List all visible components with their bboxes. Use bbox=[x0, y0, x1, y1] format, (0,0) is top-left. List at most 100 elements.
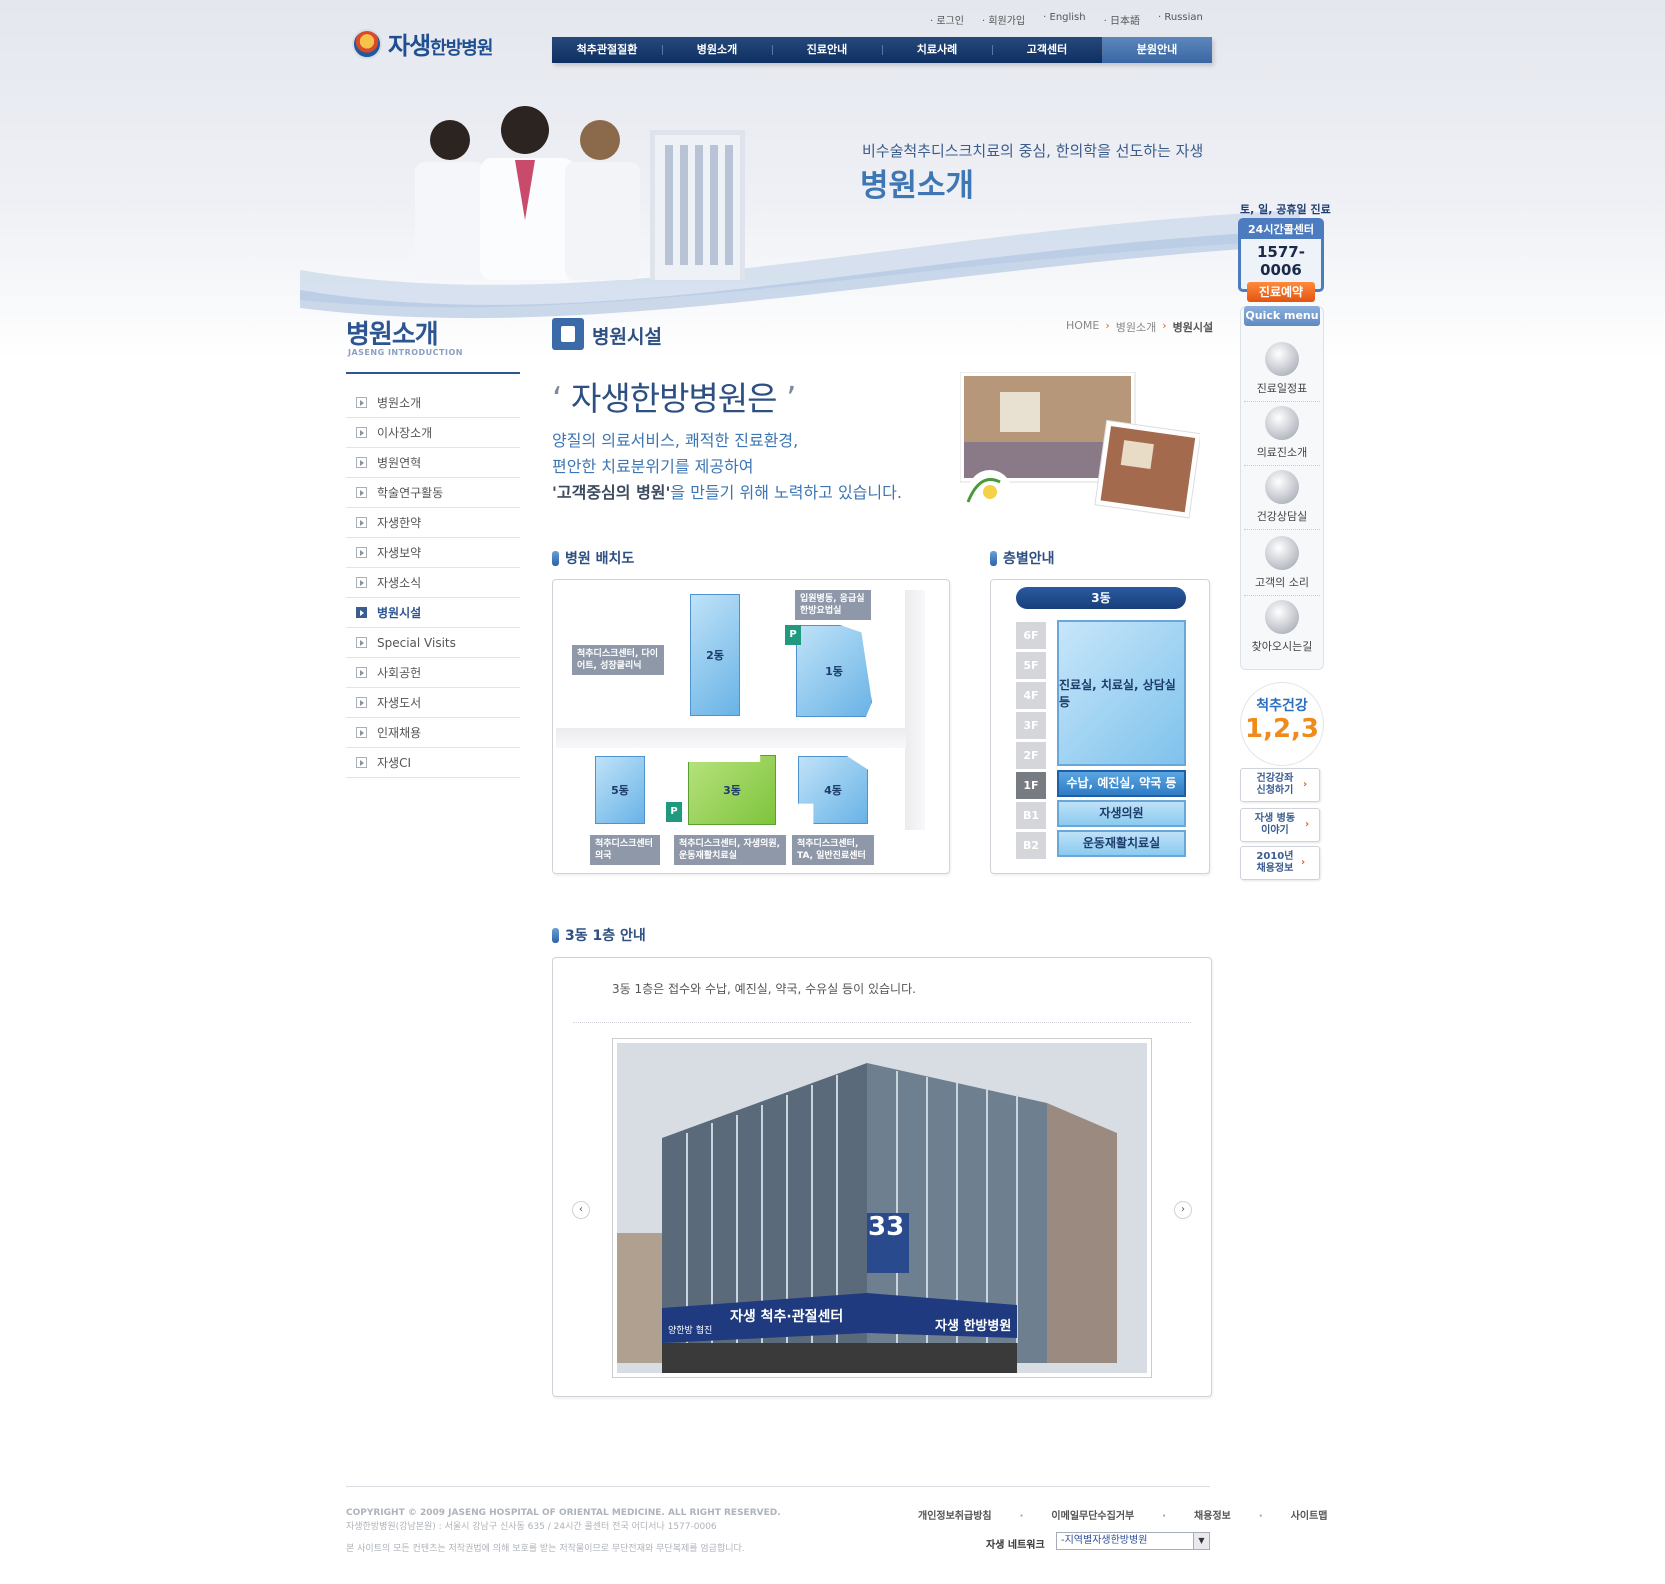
call-center-title: 24시간콜센터 bbox=[1241, 221, 1321, 239]
map-road-horizontal bbox=[556, 728, 906, 748]
chevron-right-icon: › bbox=[1162, 319, 1167, 332]
parking-icon: P bbox=[666, 802, 682, 822]
footer-email-link[interactable]: 이메일무단수집거부 bbox=[1020, 1507, 1134, 1522]
lnb-item-chairman[interactable]: 이사장소개 bbox=[346, 418, 520, 448]
page-title: 병원시설 bbox=[592, 326, 662, 348]
footer-divider bbox=[346, 1486, 1210, 1487]
lnb-item-history[interactable]: 병원연혁 bbox=[346, 448, 520, 478]
gnb-branches[interactable]: 분원안내 bbox=[1102, 37, 1212, 63]
building-sign-2: 자생 한방병원 bbox=[935, 1319, 1012, 1334]
util-japanese-link[interactable]: 日本語 bbox=[1104, 12, 1140, 27]
site-logo[interactable]: 자생한방병원 bbox=[352, 26, 493, 61]
logo-text: 자생한방병원 bbox=[388, 32, 493, 60]
lnb-item-herbal[interactable]: 자생한약 bbox=[346, 508, 520, 538]
bullet-icon bbox=[356, 427, 367, 438]
doctor-icon bbox=[1265, 406, 1299, 440]
weekend-notice: 토, 일, 공휴일 진료 bbox=[1240, 203, 1331, 216]
gnb-customer-center[interactable]: 고객센터 bbox=[992, 37, 1102, 63]
util-join-link[interactable]: 회원가입 bbox=[982, 12, 1025, 27]
breadcrumb-current: 병원시설 bbox=[1172, 321, 1214, 334]
next-arrow-icon[interactable]: › bbox=[1174, 1201, 1192, 1219]
map-section-title: 병원 배치도 bbox=[552, 548, 634, 568]
prev-arrow-icon[interactable]: ‹ bbox=[572, 1201, 590, 1219]
lobby-photos bbox=[960, 372, 1200, 519]
building-sign-3: 양한방 협진 bbox=[668, 1326, 713, 1336]
util-russian-link[interactable]: Russian bbox=[1158, 12, 1203, 27]
guide-divider bbox=[573, 1022, 1191, 1023]
call-center-banner[interactable]: 24시간콜센터 1577-0006 진료예약 bbox=[1238, 218, 1324, 302]
bullet-icon bbox=[356, 577, 367, 588]
map-box bbox=[552, 579, 950, 874]
lnb-subtitle: JASENG INTRODUCTION bbox=[348, 348, 463, 357]
intro-text: 양질의 의료서비스, 쾌적한 진료환경, 편안한 치료분위기를 제공하여 '고객… bbox=[552, 431, 902, 502]
footer-privacy-link[interactable]: 개인정보취급방침 bbox=[918, 1507, 992, 1522]
breadcrumb-about[interactable]: 병원소개 bbox=[1116, 319, 1156, 335]
floor-b1-cell[interactable]: 자생의원 bbox=[1057, 800, 1186, 827]
intro-heading: ‘ 자생한방병원은 ’ bbox=[552, 379, 796, 418]
floor-1f-cell[interactable]: 수납, 예진실, 약국 등 bbox=[1057, 770, 1186, 797]
util-english-link[interactable]: English bbox=[1043, 12, 1086, 27]
quick-voice[interactable]: 고객의 소리 bbox=[1244, 534, 1320, 596]
clock-icon bbox=[1265, 342, 1299, 376]
pill-icon bbox=[990, 550, 997, 566]
gnb-about[interactable]: 병원소개 bbox=[662, 37, 772, 63]
quick-directions[interactable]: 찾아오시는길 bbox=[1244, 598, 1320, 660]
lnb-item-about[interactable]: 병원소개 bbox=[346, 388, 520, 418]
map-building-2[interactable]: 2동 bbox=[690, 594, 740, 716]
gnb-spine-joint[interactable]: 척추관절질환 bbox=[552, 37, 662, 63]
map-tag-building-2: 척추디스크센터, 다이어트, 성장클리닉 bbox=[572, 645, 664, 675]
quick-schedule[interactable]: 진료일정표 bbox=[1244, 340, 1320, 402]
spine-health-badge[interactable]: 척추건강 1,2,3 bbox=[1240, 682, 1324, 766]
bullet-icon bbox=[356, 757, 367, 768]
bullet-icon bbox=[356, 457, 367, 468]
guide-section-title: 3동 1층 안내 bbox=[552, 925, 646, 945]
ward-story-button[interactable]: 자생 병동이야기 › bbox=[1240, 808, 1320, 842]
bullet-icon bbox=[356, 547, 367, 558]
guide-text: 3동 1층은 접수와 수납, 예진실, 약국, 수유실 등이 있습니다. bbox=[612, 982, 916, 996]
bullet-icon bbox=[356, 607, 367, 618]
network-select[interactable]: -지역별자생한방병원 ▼ bbox=[1056, 1532, 1210, 1550]
map-road-vertical bbox=[905, 590, 925, 830]
footer-sitemap-link[interactable]: 사이트맵 bbox=[1259, 1507, 1328, 1522]
pill-icon bbox=[552, 550, 559, 566]
parking-icon: P bbox=[785, 625, 801, 645]
lnb-item-books[interactable]: 자생도서 bbox=[346, 688, 520, 718]
recruit-info-button[interactable]: 2010년 채용정보 › bbox=[1240, 846, 1320, 880]
chevron-right-icon: › bbox=[1105, 319, 1110, 332]
bullet-icon bbox=[356, 487, 367, 498]
quick-consult[interactable]: 건강상담실 bbox=[1244, 468, 1320, 530]
visual-subtitle: 비수술척추디스크치료의 중심, 한의학을 선도하는 자생 bbox=[862, 142, 1204, 160]
floor-b2-cell[interactable]: 운동재활치료실 bbox=[1057, 830, 1186, 857]
floors-building-label: 3동 bbox=[1016, 587, 1186, 609]
lnb-item-research[interactable]: 학술연구활동 bbox=[346, 478, 520, 508]
lnb-item-ci[interactable]: 자생CI bbox=[346, 748, 520, 778]
health-lecture-button[interactable]: 건강강좌 신청하기 › bbox=[1240, 768, 1320, 802]
map-building-5[interactable]: 5동 bbox=[595, 756, 645, 824]
quick-doctors[interactable]: 의료진소개 bbox=[1244, 404, 1320, 466]
lnb-item-tonic[interactable]: 자생보약 bbox=[346, 538, 520, 568]
floors-section-title: 층별안내 bbox=[990, 548, 1055, 568]
network-label: 자생 네트워크 bbox=[986, 1540, 1045, 1551]
lnb-item-special-visits[interactable]: Special Visits bbox=[346, 628, 520, 658]
util-login-link[interactable]: 로그인 bbox=[930, 12, 964, 27]
reserve-button[interactable]: 진료예약 bbox=[1247, 282, 1315, 302]
hospital-icon bbox=[552, 318, 584, 350]
footer-recruit-link[interactable]: 채용정보 bbox=[1162, 1507, 1231, 1522]
signpost-icon bbox=[1265, 600, 1299, 634]
map-building-3[interactable]: 3동 bbox=[688, 755, 776, 825]
floor-upper-block[interactable]: 진료실, 치료실, 상담실 등 bbox=[1057, 620, 1186, 766]
logo-emblem-icon bbox=[352, 28, 382, 59]
bullet-icon bbox=[356, 667, 367, 678]
bullet-icon bbox=[356, 517, 367, 528]
gnb-cases[interactable]: 치료사례 bbox=[882, 37, 992, 63]
lnb-item-news[interactable]: 자생소식 bbox=[346, 568, 520, 598]
global-nav: 척추관절질환 병원소개 진료안내 치료사례 고객센터 분원안내 bbox=[552, 37, 1212, 63]
lnb-item-facilities[interactable]: 병원시설 bbox=[346, 598, 520, 628]
gnb-treatment-info[interactable]: 진료안내 bbox=[772, 37, 882, 63]
breadcrumb-home[interactable]: HOME bbox=[1066, 319, 1099, 335]
bullet-icon bbox=[356, 397, 367, 408]
lnb-item-recruit[interactable]: 인재채용 bbox=[346, 718, 520, 748]
lnb-item-social[interactable]: 사회공헌 bbox=[346, 658, 520, 688]
map-building-1[interactable]: 1동 bbox=[796, 625, 872, 717]
footer-copyright: COPYRIGHT © 2009 JASENG HOSPITAL OF ORIE… bbox=[346, 1508, 781, 1554]
